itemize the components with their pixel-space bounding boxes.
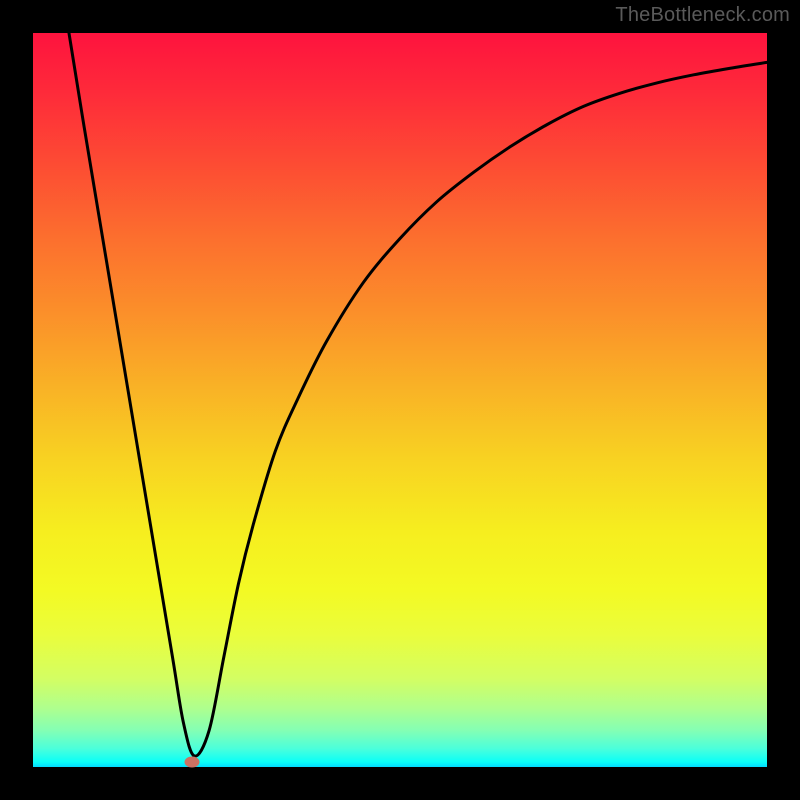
curve-svg — [33, 33, 767, 767]
plot-area — [33, 33, 767, 767]
chart-frame: TheBottleneck.com — [0, 0, 800, 800]
optimal-marker — [184, 756, 199, 767]
bottleneck-curve — [69, 33, 767, 756]
watermark-text: TheBottleneck.com — [615, 4, 790, 27]
